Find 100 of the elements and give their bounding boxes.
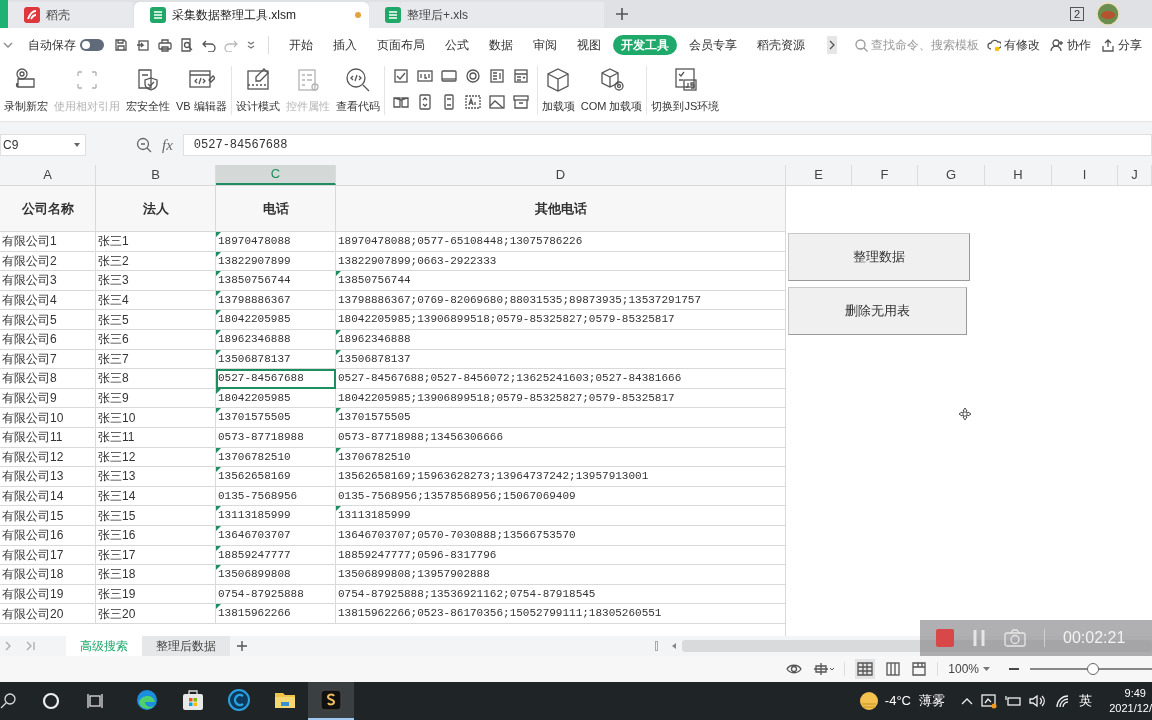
clock-time[interactable]: 9:49	[1124, 686, 1152, 701]
sheet-button[interactable]: 整理数据	[788, 233, 970, 281]
scroll-left-icon[interactable]	[670, 642, 678, 650]
eye-icon[interactable]	[786, 663, 803, 675]
function-label[interactable]: fx	[162, 133, 173, 157]
autosave-toggle[interactable]	[80, 39, 104, 51]
speaker-icon[interactable]	[1029, 694, 1045, 708]
ribbon-button[interactable]: 切换到JS环境	[649, 62, 722, 119]
ribbon-tab[interactable]: 审阅	[525, 35, 565, 55]
spinner-icon[interactable]	[416, 94, 433, 110]
ribbon-tab[interactable]: 数据	[481, 35, 521, 55]
formula-field[interactable]: 0527-84567688	[182, 134, 1152, 156]
sheet-tab[interactable]: 整理后数据	[142, 636, 230, 656]
checkbox-icon[interactable]	[392, 68, 409, 84]
ribbon-tab[interactable]: 稻壳资源	[749, 35, 813, 55]
ribbon-button[interactable]: 录制新宏	[2, 62, 50, 119]
crosshair-icon[interactable]	[812, 662, 835, 676]
save-icon[interactable]	[114, 38, 128, 52]
zoom-dropdown[interactable]: 100%	[948, 660, 990, 678]
table-cell: 有限公司10	[0, 408, 96, 428]
ribbon-button[interactable]: 设计模式	[233, 62, 282, 119]
cell-text: 13798886367	[218, 292, 291, 308]
toolbar-action[interactable]: 分享	[1101, 36, 1142, 54]
normal-view-icon[interactable]	[855, 659, 876, 679]
ribbon-tab[interactable]: 插入	[325, 35, 365, 55]
image-control-icon[interactable]	[488, 94, 505, 110]
print-icon[interactable]	[158, 38, 172, 52]
document-tab[interactable]: 稻壳	[8, 2, 133, 28]
ribbon-tab[interactable]: 页面布局	[369, 35, 433, 55]
undo-icon[interactable]	[202, 38, 216, 52]
toolbar-action[interactable]: 协作	[1050, 36, 1091, 54]
table-cell: 张三1	[96, 232, 216, 252]
slider-thumb[interactable]	[1087, 663, 1099, 675]
wifi-icon[interactable]	[1055, 694, 1071, 708]
ribbon-button[interactable]: 宏安全性	[124, 62, 172, 119]
header-cell: 电话	[216, 186, 336, 232]
toolbar-action[interactable]: 有修改	[987, 36, 1040, 54]
ribbon-button[interactable]: VB 编辑器	[174, 62, 229, 119]
table-cell: 张三13	[96, 467, 216, 487]
page-layout-view-icon[interactable]	[911, 661, 928, 677]
add-sheet-icon[interactable]	[236, 640, 248, 652]
column-header[interactable]: F	[852, 165, 918, 185]
column-header[interactable]: D	[336, 165, 786, 185]
group-box-icon[interactable]	[392, 94, 409, 110]
document-tab[interactable]: 整理后+.xls	[369, 2, 604, 28]
scroll-right-icon[interactable]	[827, 36, 837, 54]
cell-text: 13701575505	[338, 410, 411, 426]
ribbon-tab[interactable]: 视图	[569, 35, 609, 55]
new-tab-icon[interactable]	[615, 7, 629, 21]
ribbon-tab[interactable]: 开始	[281, 35, 321, 55]
clock-date[interactable]: 2021/12/	[1109, 701, 1152, 716]
print-preview-icon[interactable]	[180, 38, 194, 52]
chevron-up-icon[interactable]	[961, 696, 973, 706]
table-cell: 有限公司5	[0, 310, 96, 330]
docer-logo-icon	[24, 7, 40, 23]
list-box-icon[interactable]	[488, 68, 505, 84]
taskbar-app[interactable]	[308, 682, 354, 720]
ribbon-tab[interactable]: 会员专享	[681, 35, 745, 55]
radio-icon[interactable]	[464, 68, 481, 84]
export-icon[interactable]	[136, 38, 150, 52]
weather-label[interactable]: 薄雾	[919, 691, 945, 711]
text-field-icon[interactable]	[416, 68, 433, 84]
column-header[interactable]: G	[918, 165, 985, 185]
document-tab[interactable]: 采集数据整理工具.xlsm	[134, 2, 369, 28]
display-icon[interactable]	[981, 693, 997, 709]
cell-text: 13646703707	[218, 527, 291, 543]
zoom-icon[interactable]	[136, 137, 152, 153]
column-header[interactable]: A	[0, 165, 96, 185]
input-method[interactable]: 英	[1079, 691, 1092, 711]
label-control-icon[interactable]	[464, 94, 481, 110]
search-field[interactable]: 查找命令、搜索模板	[855, 36, 985, 54]
window-count[interactable]: 2	[1069, 7, 1084, 21]
avatar-icon[interactable]	[1096, 2, 1120, 26]
button-control-icon[interactable]	[440, 68, 457, 84]
ribbon-button[interactable]: COM 加载项	[578, 62, 645, 119]
weather-sun-icon[interactable]	[858, 691, 879, 711]
sheet-button[interactable]: 删除无用表	[788, 287, 967, 335]
name-box[interactable]: C9	[0, 134, 86, 156]
temperature[interactable]: -4°C	[884, 691, 911, 711]
column-header[interactable]: H	[985, 165, 1052, 185]
battery-icon[interactable]	[1005, 695, 1021, 707]
column-header[interactable]: I	[1052, 165, 1118, 185]
table-cell: 张三5	[96, 310, 216, 330]
page-break-view-icon[interactable]	[885, 661, 902, 677]
column-header[interactable]: J	[1118, 165, 1152, 185]
combo-box-icon[interactable]	[512, 68, 529, 84]
cortana-circle-icon[interactable]	[42, 692, 60, 710]
ribbon-button[interactable]: 加载项	[539, 62, 577, 119]
ribbon-button[interactable]: 查看代码	[333, 62, 382, 119]
table-cell: 张三15	[96, 506, 216, 526]
table-cell: 有限公司9	[0, 388, 96, 409]
column-header[interactable]: E	[786, 165, 852, 185]
search-icon[interactable]	[0, 692, 18, 710]
toggle-control-icon[interactable]	[512, 94, 529, 110]
task-view-icon[interactable]	[86, 692, 104, 710]
cell-text: 18042205985	[218, 312, 291, 328]
ribbon-tab[interactable]: 公式	[437, 35, 477, 55]
zoom-slider[interactable]	[1030, 662, 1152, 676]
table-cell: 有限公司18	[0, 565, 96, 585]
dropdown-icon[interactable]	[246, 40, 256, 50]
